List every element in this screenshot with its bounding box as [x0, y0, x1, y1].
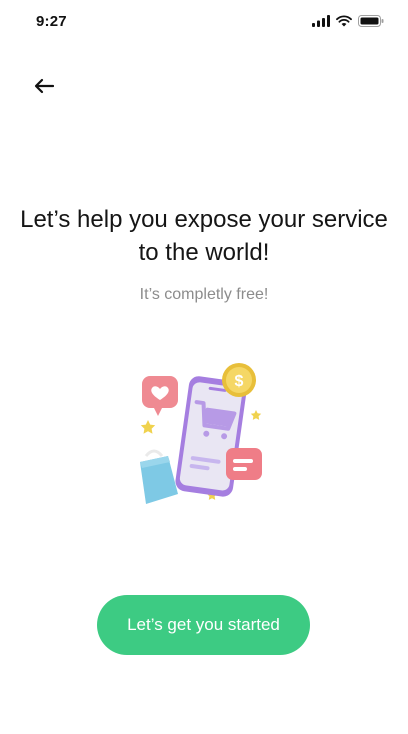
status-time: 9:27	[36, 13, 67, 30]
star-icon	[140, 420, 156, 434]
get-started-button[interactable]: Let’s get you started	[97, 595, 310, 655]
page-subtitle: It’s completly free!	[139, 286, 269, 303]
battery-icon	[358, 14, 384, 32]
back-button[interactable]	[30, 74, 58, 102]
signal-icon	[312, 14, 330, 32]
page-title: Let’s help you expose your service to th…	[20, 206, 388, 266]
wifi-icon	[336, 14, 352, 32]
arrow-left-icon	[34, 78, 55, 99]
status-bar: 9:27	[0, 0, 408, 44]
dollar-icon: $	[235, 373, 244, 390]
shopping-phone-illustration: $	[132, 358, 272, 510]
star-icon	[250, 410, 262, 420]
status-icons	[312, 14, 384, 32]
